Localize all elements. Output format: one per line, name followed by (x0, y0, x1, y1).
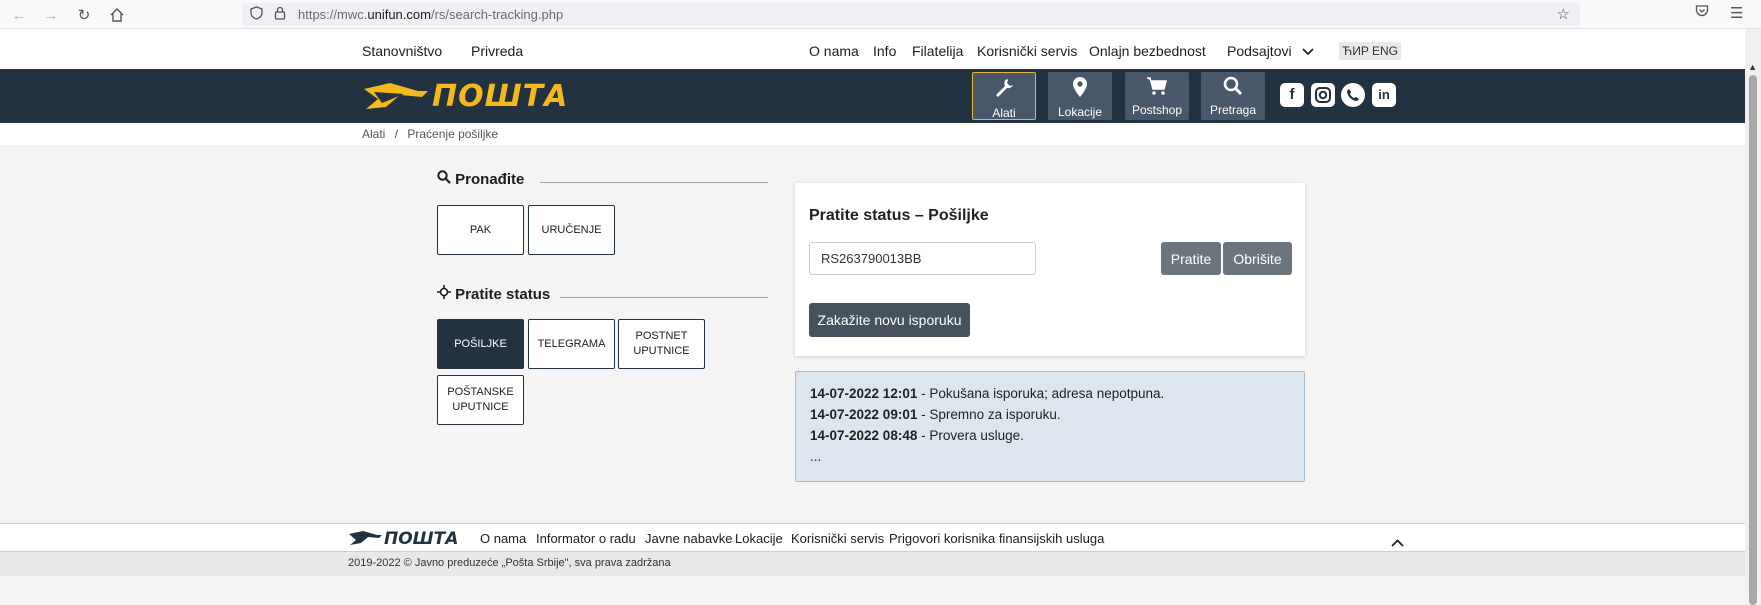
tool-alati-button[interactable]: Alati (972, 72, 1036, 120)
track-button[interactable]: Pratite (1161, 242, 1221, 275)
events-more: ... (810, 449, 822, 464)
copyright-text: 2019-2022 © Javno preduzeće „Pošta Srbij… (348, 557, 671, 569)
home-icon[interactable] (106, 4, 128, 26)
url-path: /rs/search-tracking.php (430, 7, 564, 22)
event-time: 14-07-2022 12:01 (810, 386, 918, 401)
browser-toolbar: ← → ↻ https://mwc.unifun.com/rs/search-t… (0, 0, 1761, 29)
url-domain: unifun.com (367, 7, 431, 22)
wrench-icon (973, 77, 1035, 104)
viber-icon[interactable] (1341, 83, 1365, 107)
event-time: 14-07-2022 09:01 (810, 407, 918, 422)
nav-filatelija[interactable]: Filatelija (912, 43, 963, 59)
tile-postanske-uputnice[interactable]: POŠTANSKE UPUTNICE (437, 375, 524, 425)
status-section-divider (560, 297, 768, 298)
nav-stanovnistvo[interactable]: Stanovništvo (362, 43, 442, 59)
scroll-up-arrow-icon[interactable]: ▲ (1748, 62, 1757, 72)
reload-icon[interactable]: ↻ (73, 4, 95, 26)
tile-pak[interactable]: PAK (437, 205, 524, 255)
nav-onlajn-bezbednost[interactable]: Onlajn bezbednost (1089, 43, 1206, 59)
event-text: - Provera usluge. (917, 428, 1024, 443)
tool-alati-label: Alati (992, 106, 1016, 120)
footer-link-korisnicki-servis[interactable]: Korisnički servis (791, 531, 884, 546)
search-icon (1201, 76, 1265, 101)
breadcrumb-separator: / (394, 127, 399, 141)
lang-english[interactable]: ENG (1369, 42, 1402, 60)
find-section-divider (540, 182, 768, 183)
nav-korisnicki-servis[interactable]: Korisnički servis (977, 43, 1077, 59)
facebook-icon[interactable]: f (1280, 83, 1304, 107)
back-arrow-icon[interactable]: ← (8, 4, 30, 26)
search-icon (437, 170, 455, 188)
site-header: ПОШТА Alati Lokacije Postshop Pretraga f… (0, 69, 1745, 123)
tool-lokacije-label: Lokacije (1057, 105, 1103, 119)
scroll-top-chevron-icon[interactable] (1391, 534, 1404, 552)
tile-telegrama[interactable]: TELEGRAMA (528, 319, 615, 369)
post-horn-logo-icon[interactable] (360, 81, 430, 111)
top-navigation: Stanovništvo Privreda O nama Info Filate… (0, 29, 1745, 69)
footer-link-lokacije[interactable]: Lokacije (735, 531, 783, 546)
nav-podsajtovi[interactable]: Podsajtovi (1227, 43, 1292, 59)
breadcrumb: Alati / Praćenje pošiljke (362, 127, 498, 141)
event-text: - Spremno za isporuku. (917, 407, 1061, 422)
nav-privreda[interactable]: Privreda (471, 43, 523, 59)
cart-icon (1125, 76, 1189, 101)
tool-pretraga-button[interactable]: Pretraga (1201, 72, 1265, 120)
map-pin-icon (1048, 76, 1112, 103)
event-row: 14-07-2022 09:01 - Spremno za isporuku. (810, 407, 1290, 428)
breadcrumb-bar: Alati / Praćenje pošiljke (0, 123, 1745, 145)
find-section-title: Pronađite (437, 170, 524, 188)
event-row: 14-07-2022 12:01 - Pokušana isporuka; ad… (810, 386, 1290, 407)
url-prefix: https://mwc. (298, 7, 368, 22)
scrollbar-thumb[interactable] (1749, 75, 1757, 605)
tool-pretraga-label: Pretraga (1209, 103, 1257, 117)
footer-logo-wordmark[interactable]: ПОШТА (384, 529, 458, 549)
tool-lokacije-button[interactable]: Lokacije (1048, 72, 1112, 120)
copyright-bar: 2019-2022 © Javno preduzeće „Pošta Srbij… (0, 552, 1745, 576)
scrollbar[interactable]: ▲ (1745, 29, 1761, 605)
address-bar[interactable]: https://mwc.unifun.com/rs/search-trackin… (242, 3, 1580, 26)
lang-cyrillic[interactable]: ЋИР (1339, 42, 1372, 60)
footer-link-informator[interactable]: Informator o radu (536, 531, 636, 546)
forward-arrow-icon[interactable]: → (40, 4, 62, 26)
tracking-card: Pratite status – Pošiljke Pratite Obriši… (795, 183, 1305, 356)
schedule-delivery-button[interactable]: Zakažite novu isporuku (809, 303, 970, 337)
footer-logo-icon[interactable] (347, 530, 383, 546)
footer-link-javne-nabavke[interactable]: Javne nabavke (645, 531, 732, 546)
status-section-title: Pratite status (437, 285, 550, 303)
instagram-icon[interactable] (1311, 83, 1335, 107)
breadcrumb-current: Praćenje pošiljke (407, 127, 499, 141)
footer: ПОШТА O nama Informator o radu Javne nab… (0, 523, 1745, 552)
crosshair-icon (437, 285, 455, 303)
pocket-icon[interactable] (1695, 4, 1709, 22)
footer-link-prigovori[interactable]: Prigovori korisnika finansijskih usluga (889, 531, 1104, 546)
url-text: https://mwc.unifun.com/rs/search-trackin… (298, 7, 563, 22)
logo-wordmark[interactable]: ПОШТА (432, 79, 568, 114)
shield-icon[interactable] (250, 6, 263, 23)
chevron-down-icon[interactable] (1302, 43, 1314, 61)
nav-info[interactable]: Info (873, 43, 896, 59)
footer-link-o-nama[interactable]: O nama (480, 531, 526, 546)
menu-icon[interactable]: ☰ (1730, 4, 1743, 22)
status-section-label: Pratite status (455, 286, 551, 303)
tool-postshop-label: Postshop (1131, 103, 1183, 117)
tool-postshop-button[interactable]: Postshop (1125, 72, 1189, 120)
event-time: 14-07-2022 08:48 (810, 428, 918, 443)
event-text: - Pokušana isporuka; adresa nepotpuna. (917, 386, 1165, 401)
tile-postnet-uputnice[interactable]: POSTNET UPUTNICE (618, 319, 705, 369)
tracking-number-input[interactable] (809, 242, 1036, 275)
lock-icon[interactable] (274, 6, 286, 23)
event-row: 14-07-2022 08:48 - Provera usluge. (810, 428, 1290, 449)
tracking-events: 14-07-2022 12:01 - Pokušana isporuka; ad… (795, 371, 1305, 482)
page-bottom (0, 576, 1745, 589)
clear-button[interactable]: Obrišite (1223, 242, 1292, 275)
linkedin-icon[interactable]: in (1372, 83, 1396, 107)
tile-urucenje[interactable]: URUČENJE (528, 205, 615, 255)
tile-posiljke[interactable]: POŠILJKE (437, 319, 524, 369)
breadcrumb-alati[interactable]: Alati (362, 127, 385, 141)
nav-o-nama[interactable]: O nama (809, 43, 859, 59)
bookmark-star-icon[interactable]: ☆ (1557, 5, 1570, 23)
find-section-label: Pronađite (455, 171, 525, 188)
tracking-card-title: Pratite status – Pošiljke (809, 207, 989, 224)
